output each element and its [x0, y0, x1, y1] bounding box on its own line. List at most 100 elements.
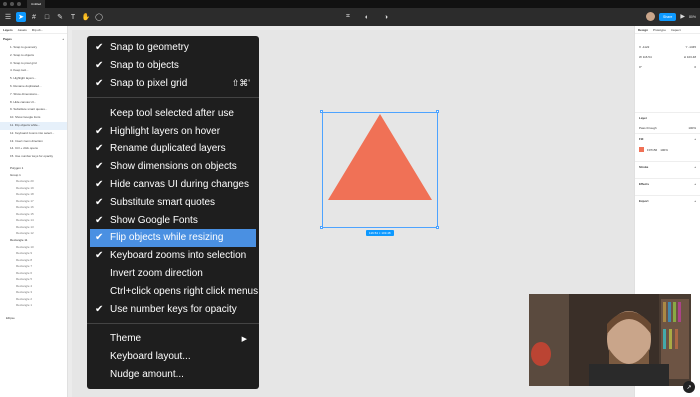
menu-item[interactable]: Ctrl+click opens right click menus: [87, 282, 259, 300]
menu-item-label: Flip objects while resizing: [110, 232, 224, 244]
menu-item[interactable]: Nudge amount...: [87, 366, 259, 384]
vertical-ruler: [68, 26, 72, 397]
menu-item[interactable]: ✔ Snap to pixel grid ⇧⌘': [87, 75, 259, 93]
tab-current-page[interactable]: Flip ob...: [32, 28, 44, 32]
zoom-level[interactable]: 80%: [689, 15, 696, 19]
contrast-icon[interactable]: ◑: [381, 12, 391, 22]
menu-item-label: Keyboard layout...: [110, 351, 191, 363]
component-icon[interactable]: ⌗: [343, 12, 353, 22]
hand-tool-icon[interactable]: ✋: [81, 12, 91, 22]
shortcut-label: ⇧⌘': [231, 77, 250, 88]
tab-design[interactable]: Design: [638, 28, 648, 32]
avatar[interactable]: [646, 12, 656, 21]
fill-swatch[interactable]: [639, 147, 644, 152]
comment-tool-icon[interactable]: ◯: [94, 12, 104, 22]
layer-blend-row: Pass through 100%: [635, 123, 700, 133]
page-item[interactable]: 9. Substitute smart quotes...: [0, 106, 67, 114]
page-item[interactable]: 15. Use number keys for opacity: [0, 153, 67, 161]
menu-item-label: Keep tool selected after use: [110, 107, 234, 119]
blend-mode-select[interactable]: Pass through: [639, 126, 657, 130]
menu-item[interactable]: ✔ Use number keys for opacity: [87, 300, 259, 318]
page-item[interactable]: 13. Invert zoom direction: [0, 138, 67, 146]
tab-assets[interactable]: Assets: [18, 28, 27, 32]
move-tool-icon[interactable]: ➤: [16, 12, 26, 22]
menu-separator: [87, 323, 259, 324]
menu-item-label: Rename duplicated layers: [110, 143, 226, 155]
resize-handle-tr[interactable]: [436, 110, 439, 113]
overlay-control-icon[interactable]: ↗: [683, 381, 695, 393]
page-item[interactable]: 7. Show dimensions...: [0, 91, 67, 99]
h-field[interactable]: 103.48: [687, 55, 696, 59]
add-icon[interactable]: +: [694, 199, 696, 203]
layers-list: Polygon 1 Group 1 Rectangle 20 Rectangle 19…: [0, 165, 67, 309]
radius-field[interactable]: 0: [694, 65, 696, 69]
page-item[interactable]: 6. Rename duplicated...: [0, 83, 67, 91]
menu-item[interactable]: Invert zoom direction: [87, 265, 259, 283]
menu-item[interactable]: ✔ Hide canvas UI during changes: [87, 176, 259, 194]
present-icon[interactable]: ▶: [680, 13, 685, 20]
fill-opacity-field[interactable]: 100%: [660, 148, 668, 152]
layer-ellipse[interactable]: Ellipse: [0, 315, 67, 323]
menu-item-label: Ctrl+click opens right click menus: [110, 285, 259, 297]
layer-item[interactable]: Rectangle 1: [0, 302, 67, 309]
layers-panel: Layers Assets Flip ob... Pages + 1. Snap…: [0, 26, 68, 397]
section-heading: Stroke: [639, 165, 649, 169]
page-item[interactable]: 1. Snap to geometry: [0, 44, 67, 52]
layer-name: Rectangle 1: [16, 303, 33, 308]
text-tool-icon[interactable]: T: [68, 12, 78, 22]
share-button[interactable]: Share: [659, 12, 677, 21]
pen-tool-icon[interactable]: ✎: [55, 12, 65, 22]
window-zoom-dot[interactable]: [17, 2, 21, 6]
menu-item-label: Theme: [110, 333, 142, 345]
menu-item[interactable]: ✔ Flip objects while resizing: [90, 229, 256, 247]
add-fill-icon[interactable]: +: [694, 137, 696, 141]
menu-item[interactable]: ✔ Snap to objects: [87, 57, 259, 75]
w-field[interactable]: 116.54: [643, 55, 652, 59]
tab-inspect[interactable]: Inspect: [671, 28, 681, 32]
page-item[interactable]: 4. Keep tool...: [0, 67, 67, 75]
file-tab[interactable]: Untitled: [27, 0, 46, 8]
menu-item[interactable]: Keyboard layout...: [87, 348, 259, 366]
frame-tool-icon[interactable]: #: [29, 12, 39, 22]
page-item[interactable]: 14. Ctrl + click opens: [0, 145, 67, 153]
checkmark-icon: ✔: [95, 214, 104, 226]
shape-tool-icon[interactable]: □: [42, 12, 52, 22]
page-item[interactable]: 10. Show Google fonts: [0, 114, 67, 122]
mask-icon[interactable]: ◐: [362, 12, 372, 22]
resize-handle-bl[interactable]: [320, 226, 323, 229]
resize-handle-br[interactable]: [436, 226, 439, 229]
menu-item[interactable]: ✔ Show Google Fonts: [87, 211, 259, 229]
x-field[interactable]: -1122: [642, 45, 649, 49]
tab-layers[interactable]: Layers: [3, 28, 13, 32]
page-item[interactable]: 8. Hide canvas UI...: [0, 99, 67, 107]
menu-item[interactable]: Keep tool selected after use: [87, 104, 259, 122]
panel-section-effects[interactable]: Effects +: [635, 178, 700, 189]
fill-hex-field[interactable]: F07156: [647, 148, 657, 152]
menu-item-label: Show dimensions on objects: [110, 161, 237, 173]
menu-item[interactable]: ✔ Show dimensions on objects: [87, 158, 259, 176]
page-item[interactable]: 2. Snap to objects: [0, 52, 67, 60]
window-minimize-dot[interactable]: [10, 2, 14, 6]
main-menu-icon[interactable]: ☰: [3, 12, 13, 22]
menu-item[interactable]: ✔ Highlight layers on hover: [87, 122, 259, 140]
y-field[interactable]: -1345: [688, 45, 696, 49]
add-page-icon[interactable]: +: [62, 37, 64, 41]
window-close-dot[interactable]: [3, 2, 7, 6]
page-item[interactable]: 3. Snap to pixel grid: [0, 60, 67, 68]
resize-handle-tl[interactable]: [320, 110, 323, 113]
menu-item[interactable]: Theme ▶: [87, 330, 259, 348]
add-icon[interactable]: +: [694, 165, 696, 169]
page-item[interactable]: 11. Flip objects while...: [0, 121, 67, 130]
panel-section-export[interactable]: Export +: [635, 195, 700, 206]
panel-section-stroke[interactable]: Stroke +: [635, 161, 700, 172]
menu-item[interactable]: ✔ Keyboard zooms into selection: [87, 247, 259, 265]
menu-item[interactable]: ✔ Snap to geometry: [87, 39, 259, 57]
tab-prototype[interactable]: Prototype: [653, 28, 666, 32]
page-item[interactable]: 12. Keyboard zooms into select...: [0, 130, 67, 138]
menu-item[interactable]: ✔ Rename duplicated layers: [87, 140, 259, 158]
rotation-field[interactable]: 0°: [639, 65, 642, 69]
add-icon[interactable]: +: [694, 182, 696, 186]
page-item[interactable]: 5. Highlight layers...: [0, 75, 67, 83]
layer-opacity-field[interactable]: 100%: [688, 126, 696, 130]
menu-item[interactable]: ✔ Substitute smart quotes: [87, 193, 259, 211]
